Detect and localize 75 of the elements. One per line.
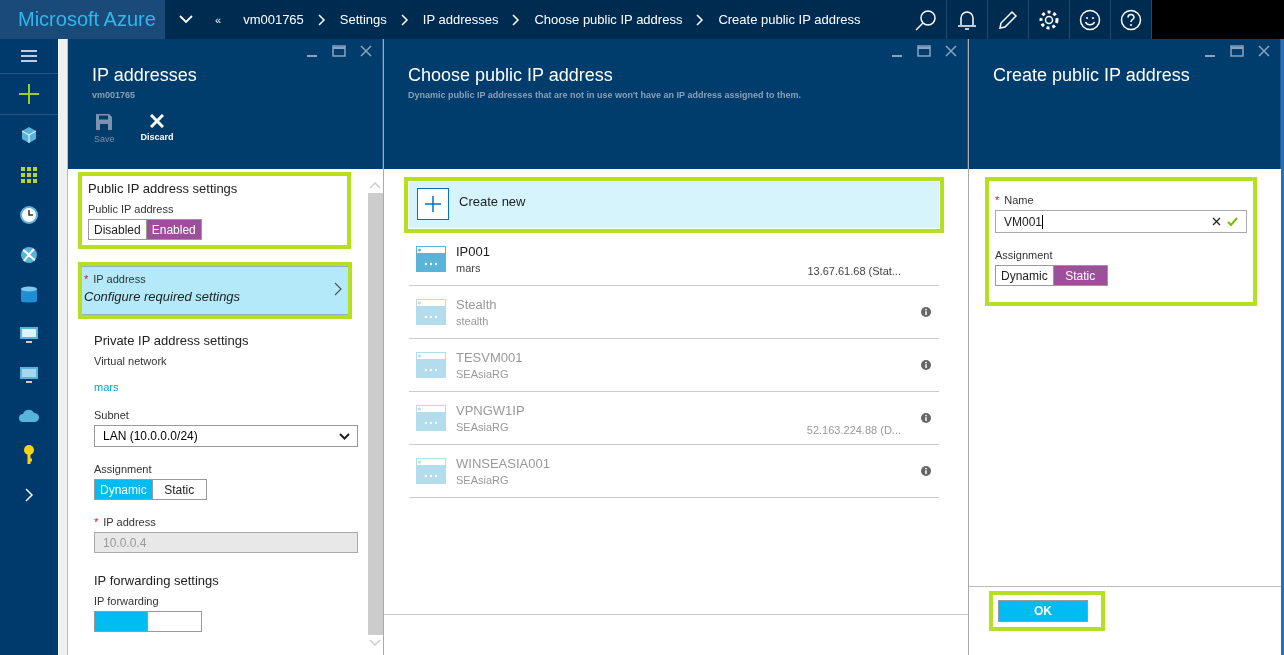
maximize-icon[interactable] — [1230, 45, 1244, 57]
ip-address-icon — [416, 458, 446, 484]
chevron-down-icon — [339, 432, 350, 440]
field-label: Assignment — [94, 463, 153, 475]
blade-title: IP addresses — [92, 65, 198, 86]
breadcrumb-link[interactable]: Create public IP address — [718, 12, 861, 27]
field-label: IP forwarding — [94, 595, 160, 607]
discard-button[interactable]: Discard — [138, 114, 176, 144]
ip-address-icon — [416, 405, 446, 431]
item-resource-group: SEAsiaRG — [456, 368, 901, 380]
ip-address-icon — [416, 299, 446, 325]
breadcrumb-link[interactable]: Settings — [339, 12, 387, 27]
required-mark: * — [995, 194, 1000, 206]
blade-title: Create public IP address — [993, 65, 1191, 86]
item-name: TESVM001 — [456, 350, 524, 365]
toggle-option[interactable]: Dynamic — [995, 265, 1054, 286]
toggle-option[interactable]: Static — [1053, 265, 1108, 286]
field-label: IP address — [93, 273, 146, 285]
maximize-icon[interactable] — [917, 45, 931, 57]
ip-address-link[interactable]: * IP address Configure required settings — [82, 266, 348, 315]
item-address: 52.163.224.88 (D... — [806, 424, 901, 436]
field-value: Configure required settings — [84, 289, 241, 304]
item-name: VPNGW1IP — [456, 403, 526, 418]
breadcrumb-link[interactable]: « — [215, 13, 222, 26]
chevron-right-icon — [512, 13, 521, 26]
toggle-option[interactable]: Static — [152, 479, 207, 500]
field-label: IP address — [103, 516, 156, 528]
required-mark: * — [84, 273, 89, 285]
section-heading: IP forwarding settings — [94, 573, 220, 588]
toggle-option[interactable] — [94, 611, 148, 632]
toggle-option[interactable] — [148, 611, 202, 632]
item-resource-group: SEAsiaRG — [456, 421, 797, 433]
chevron-right-icon — [334, 281, 342, 296]
plus-icon — [417, 188, 449, 220]
item-name: Stealth — [456, 297, 498, 312]
field-label: Assignment — [995, 249, 1054, 261]
field-label: Name — [1004, 194, 1034, 206]
blade-subtitle: Dynamic public IP addresses that are not in use won't have an IP address assigned to them. — [408, 90, 802, 100]
field-label: Public IP address — [88, 203, 175, 215]
toggle-option[interactable]: Enabled — [146, 219, 202, 240]
chevron-right-icon — [317, 13, 326, 26]
close-icon[interactable] — [945, 45, 957, 57]
subnet-dropdown[interactable]: LAN (10.0.0.0/24) — [94, 425, 358, 447]
chevron-right-icon — [696, 13, 705, 26]
chevron-down-icon[interactable] — [179, 15, 193, 24]
ip-address-icon — [416, 246, 446, 272]
chevron-right-icon — [400, 13, 409, 26]
create-new-button[interactable]: Create new — [409, 182, 939, 228]
field-label: Virtual network — [94, 355, 168, 367]
item-resource-group: mars — [456, 262, 798, 274]
close-icon[interactable] — [1258, 45, 1270, 57]
section-heading: Public IP address settings — [88, 181, 239, 196]
field-label: Subnet — [94, 409, 130, 421]
toggle-option[interactable]: Disabled — [88, 219, 147, 240]
breadcrumb-link[interactable]: vm001765 — [243, 12, 304, 27]
breadcrumb-link[interactable]: Choose public IP address — [534, 12, 683, 27]
floppy-icon — [96, 114, 113, 130]
close-icon[interactable] — [360, 45, 372, 57]
item-name: IP001 — [456, 244, 491, 259]
brand-logo[interactable]: Microsoft Azure — [0, 0, 165, 39]
item-address: 13.67.61.68 (Stat... — [807, 265, 901, 277]
name-field[interactable]: VM001 — [995, 210, 1247, 233]
required-mark: * — [94, 516, 99, 528]
ip-address-item[interactable]: IP001 mars 13.67.61.68 (Stat... — [409, 233, 939, 286]
breadcrumb-link[interactable]: IP addresses — [422, 12, 499, 27]
item-resource-group: stealth — [456, 315, 901, 327]
blade-title: Choose public IP address — [408, 65, 614, 86]
close-icon — [150, 114, 165, 128]
maximize-icon[interactable] — [332, 45, 346, 57]
section-heading: Private IP address settings — [94, 333, 250, 348]
item-name: WINSEASIA001 — [456, 456, 551, 471]
ip-address-icon — [416, 352, 446, 378]
clear-icon[interactable] — [1212, 217, 1221, 226]
item-resource-group: SEAsiaRG — [456, 474, 901, 486]
blade-subtitle: vm001765 — [92, 90, 137, 100]
